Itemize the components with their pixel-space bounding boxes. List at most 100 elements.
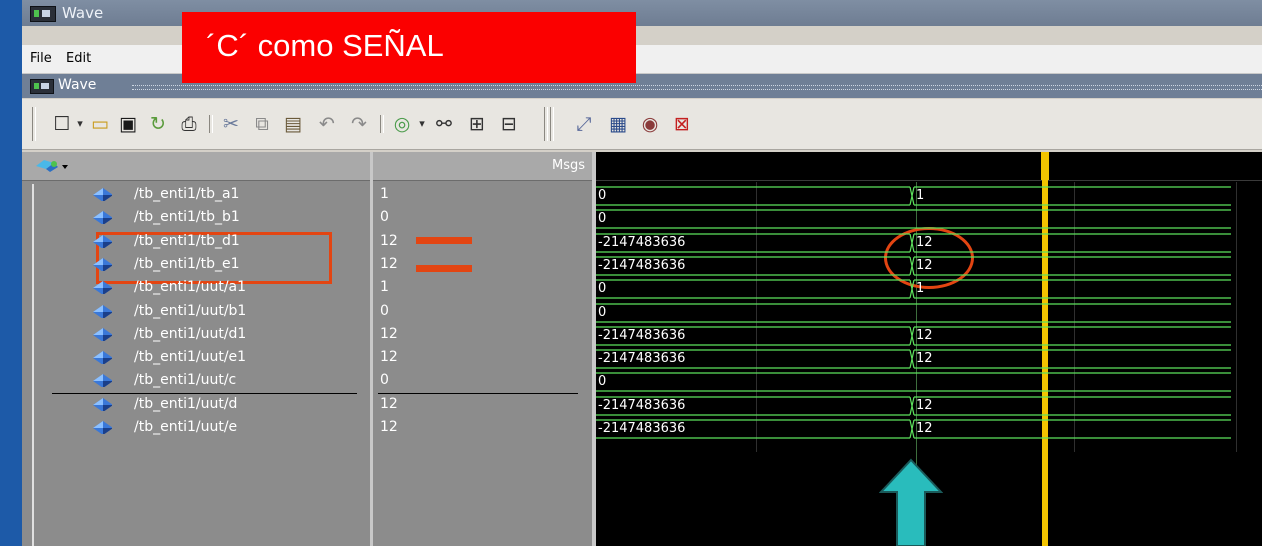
wave-format-icon[interactable]: ⊞ [464, 113, 490, 135]
waveform-value-before: -2147483636 [598, 257, 686, 273]
waveform-value-before: -2147483636 [598, 421, 686, 436]
find-dropdown-icon[interactable]: ▾ [416, 113, 428, 135]
subwindow-title: Wave [58, 77, 97, 93]
signal-value: 1 [380, 279, 389, 296]
signal-diamond-icon [93, 351, 112, 365]
annotation-banner-text: ´C´ como SEÑAL [206, 28, 444, 63]
waveform-header [596, 152, 1262, 181]
waveform-value-before: -2147483636 [598, 351, 686, 367]
waveform-value-after: 12 [916, 351, 933, 367]
signal-value: 12 [380, 232, 398, 249]
equal-sign-bottom [416, 265, 472, 272]
signal-tools-icon[interactable] [32, 157, 72, 175]
signal-name[interactable]: /tb_enti1/tb_a1 [134, 186, 239, 202]
signal-name[interactable]: /tb_enti1/uut/d [134, 396, 237, 412]
wave-subwindow-icon [30, 79, 54, 94]
menu-edit[interactable]: Edit [66, 51, 91, 66]
signal-value: 12 [380, 419, 398, 435]
signal-diamond-icon [93, 374, 112, 388]
signal-name[interactable]: /tb_enti1/uut/e [134, 419, 237, 435]
signal-value: 12 [380, 349, 398, 366]
save-icon[interactable]: ▣ [116, 113, 140, 135]
signal-value: 12 [380, 255, 398, 272]
copy-icon[interactable]: ⧉ [250, 113, 274, 135]
waveform-value-before: -2147483636 [598, 397, 686, 413]
waveform-value-before: -2147483636 [598, 234, 686, 250]
signal-value: 0 [380, 209, 389, 226]
waveform-value-after: 12 [916, 397, 933, 413]
values-header-label: Msgs [551, 158, 585, 173]
time-cursor-marker[interactable] [1041, 152, 1049, 180]
binoculars-icon[interactable]: ⚯ [430, 113, 458, 135]
signal-name[interactable]: /tb_enti1/tb_e1 [134, 256, 239, 272]
signal-diamond-icon [93, 304, 112, 318]
row-divider [52, 392, 357, 394]
signal-name[interactable]: /tb_enti1/uut/a1 [134, 279, 246, 295]
wave-table-icon[interactable]: ▦ [604, 113, 632, 135]
wave-app: Wave File Edit w Wave ☐ ▾ ▭ ▣ ↻ ⎙ ✂ ⧉ ▤ … [22, 0, 1262, 546]
signal-name[interactable]: /tb_enti1/uut/e1 [134, 349, 246, 365]
toolbar-handle [32, 107, 36, 141]
signal-diamond-icon [93, 397, 112, 411]
signal-diamond-icon [93, 257, 112, 271]
waveform-value-after: 12 [916, 257, 933, 273]
new-dropdown-icon[interactable]: ▾ [74, 113, 86, 135]
signal-diamond-icon [93, 188, 112, 201]
signal-diamond-icon [93, 211, 112, 225]
signal-name[interactable]: /tb_enti1/tb_b1 [134, 209, 240, 225]
print-icon[interactable]: ⎙ [176, 113, 202, 135]
signal-name[interactable]: /tb_enti1/tb_d1 [134, 233, 240, 249]
waveform-value-after: 1 [916, 188, 925, 203]
signal-diamond-icon [93, 327, 112, 341]
signal-value: 1 [380, 186, 389, 202]
grid-line [1236, 182, 1237, 452]
names-header [22, 152, 370, 181]
row-divider [378, 392, 578, 394]
signal-name[interactable]: /tb_enti1/uut/b1 [134, 303, 246, 319]
wave-close-icon[interactable]: ⊠ [668, 113, 696, 135]
toolbar-separator [380, 115, 384, 133]
find-icon[interactable]: ◎ [390, 113, 414, 135]
undo-icon[interactable]: ↶ [314, 113, 340, 135]
new-file-icon[interactable]: ☐ [52, 113, 72, 135]
waveform-value-after: 12 [916, 234, 933, 250]
wave-window-icon [30, 6, 56, 22]
waveform-value-before: 0 [598, 281, 607, 297]
signal-values-pane: Msgs [370, 152, 595, 546]
toolbar-separator [209, 115, 213, 133]
cut-icon[interactable]: ✂ [220, 113, 242, 135]
signal-value: 0 [380, 302, 389, 319]
tree-edge [32, 184, 34, 546]
waveform-value-after: 1 [916, 281, 925, 297]
toolbar-separator [550, 107, 554, 141]
equal-sign-top [416, 237, 472, 244]
signal-diamond-icon [93, 421, 112, 434]
signal-name[interactable]: /tb_enti1/uut/d1 [134, 326, 246, 342]
signal-name[interactable]: /tb_enti1/uut/c [134, 372, 236, 388]
up-arrow-annotation [879, 458, 943, 546]
wave-run-icon[interactable]: ◉ [636, 113, 664, 135]
window-title: Wave [62, 4, 104, 22]
signal-diamond-icon [93, 281, 112, 295]
menu-file[interactable]: File [30, 51, 52, 66]
signal-waveform[interactable] [596, 372, 1236, 392]
signal-value: 0 [380, 372, 389, 389]
open-folder-icon[interactable]: ▭ [88, 113, 112, 135]
values-header: Msgs [373, 152, 595, 181]
waveform-value-after: 12 [916, 327, 933, 343]
signal-value: 12 [380, 325, 398, 342]
signal-waveform[interactable] [596, 302, 1236, 323]
waveform-value-before: -2147483636 [598, 327, 686, 343]
paste-icon[interactable]: ▤ [280, 113, 306, 135]
toolbar: ☐ ▾ ▭ ▣ ↻ ⎙ ✂ ⧉ ▤ ↶ ↷ ◎ ▾ ⚯ ⊞ ⊟ ⤢ ▦ ◉ ⊠ [22, 99, 1262, 150]
wave-zoom-icon[interactable]: ⤢ [570, 113, 598, 135]
annotation-banner: ´C´ como SEÑAL [182, 12, 636, 83]
wave-group-icon[interactable]: ⊟ [496, 113, 522, 135]
reload-icon[interactable]: ↻ [146, 113, 170, 135]
waveform-value-before: 0 [598, 188, 607, 203]
titlebar-grip [132, 85, 1262, 90]
signal-diamond-icon [93, 234, 112, 248]
redo-icon[interactable]: ↷ [346, 113, 372, 135]
signal-waveform[interactable] [596, 209, 1236, 229]
waveform-value-after: 12 [916, 421, 933, 436]
